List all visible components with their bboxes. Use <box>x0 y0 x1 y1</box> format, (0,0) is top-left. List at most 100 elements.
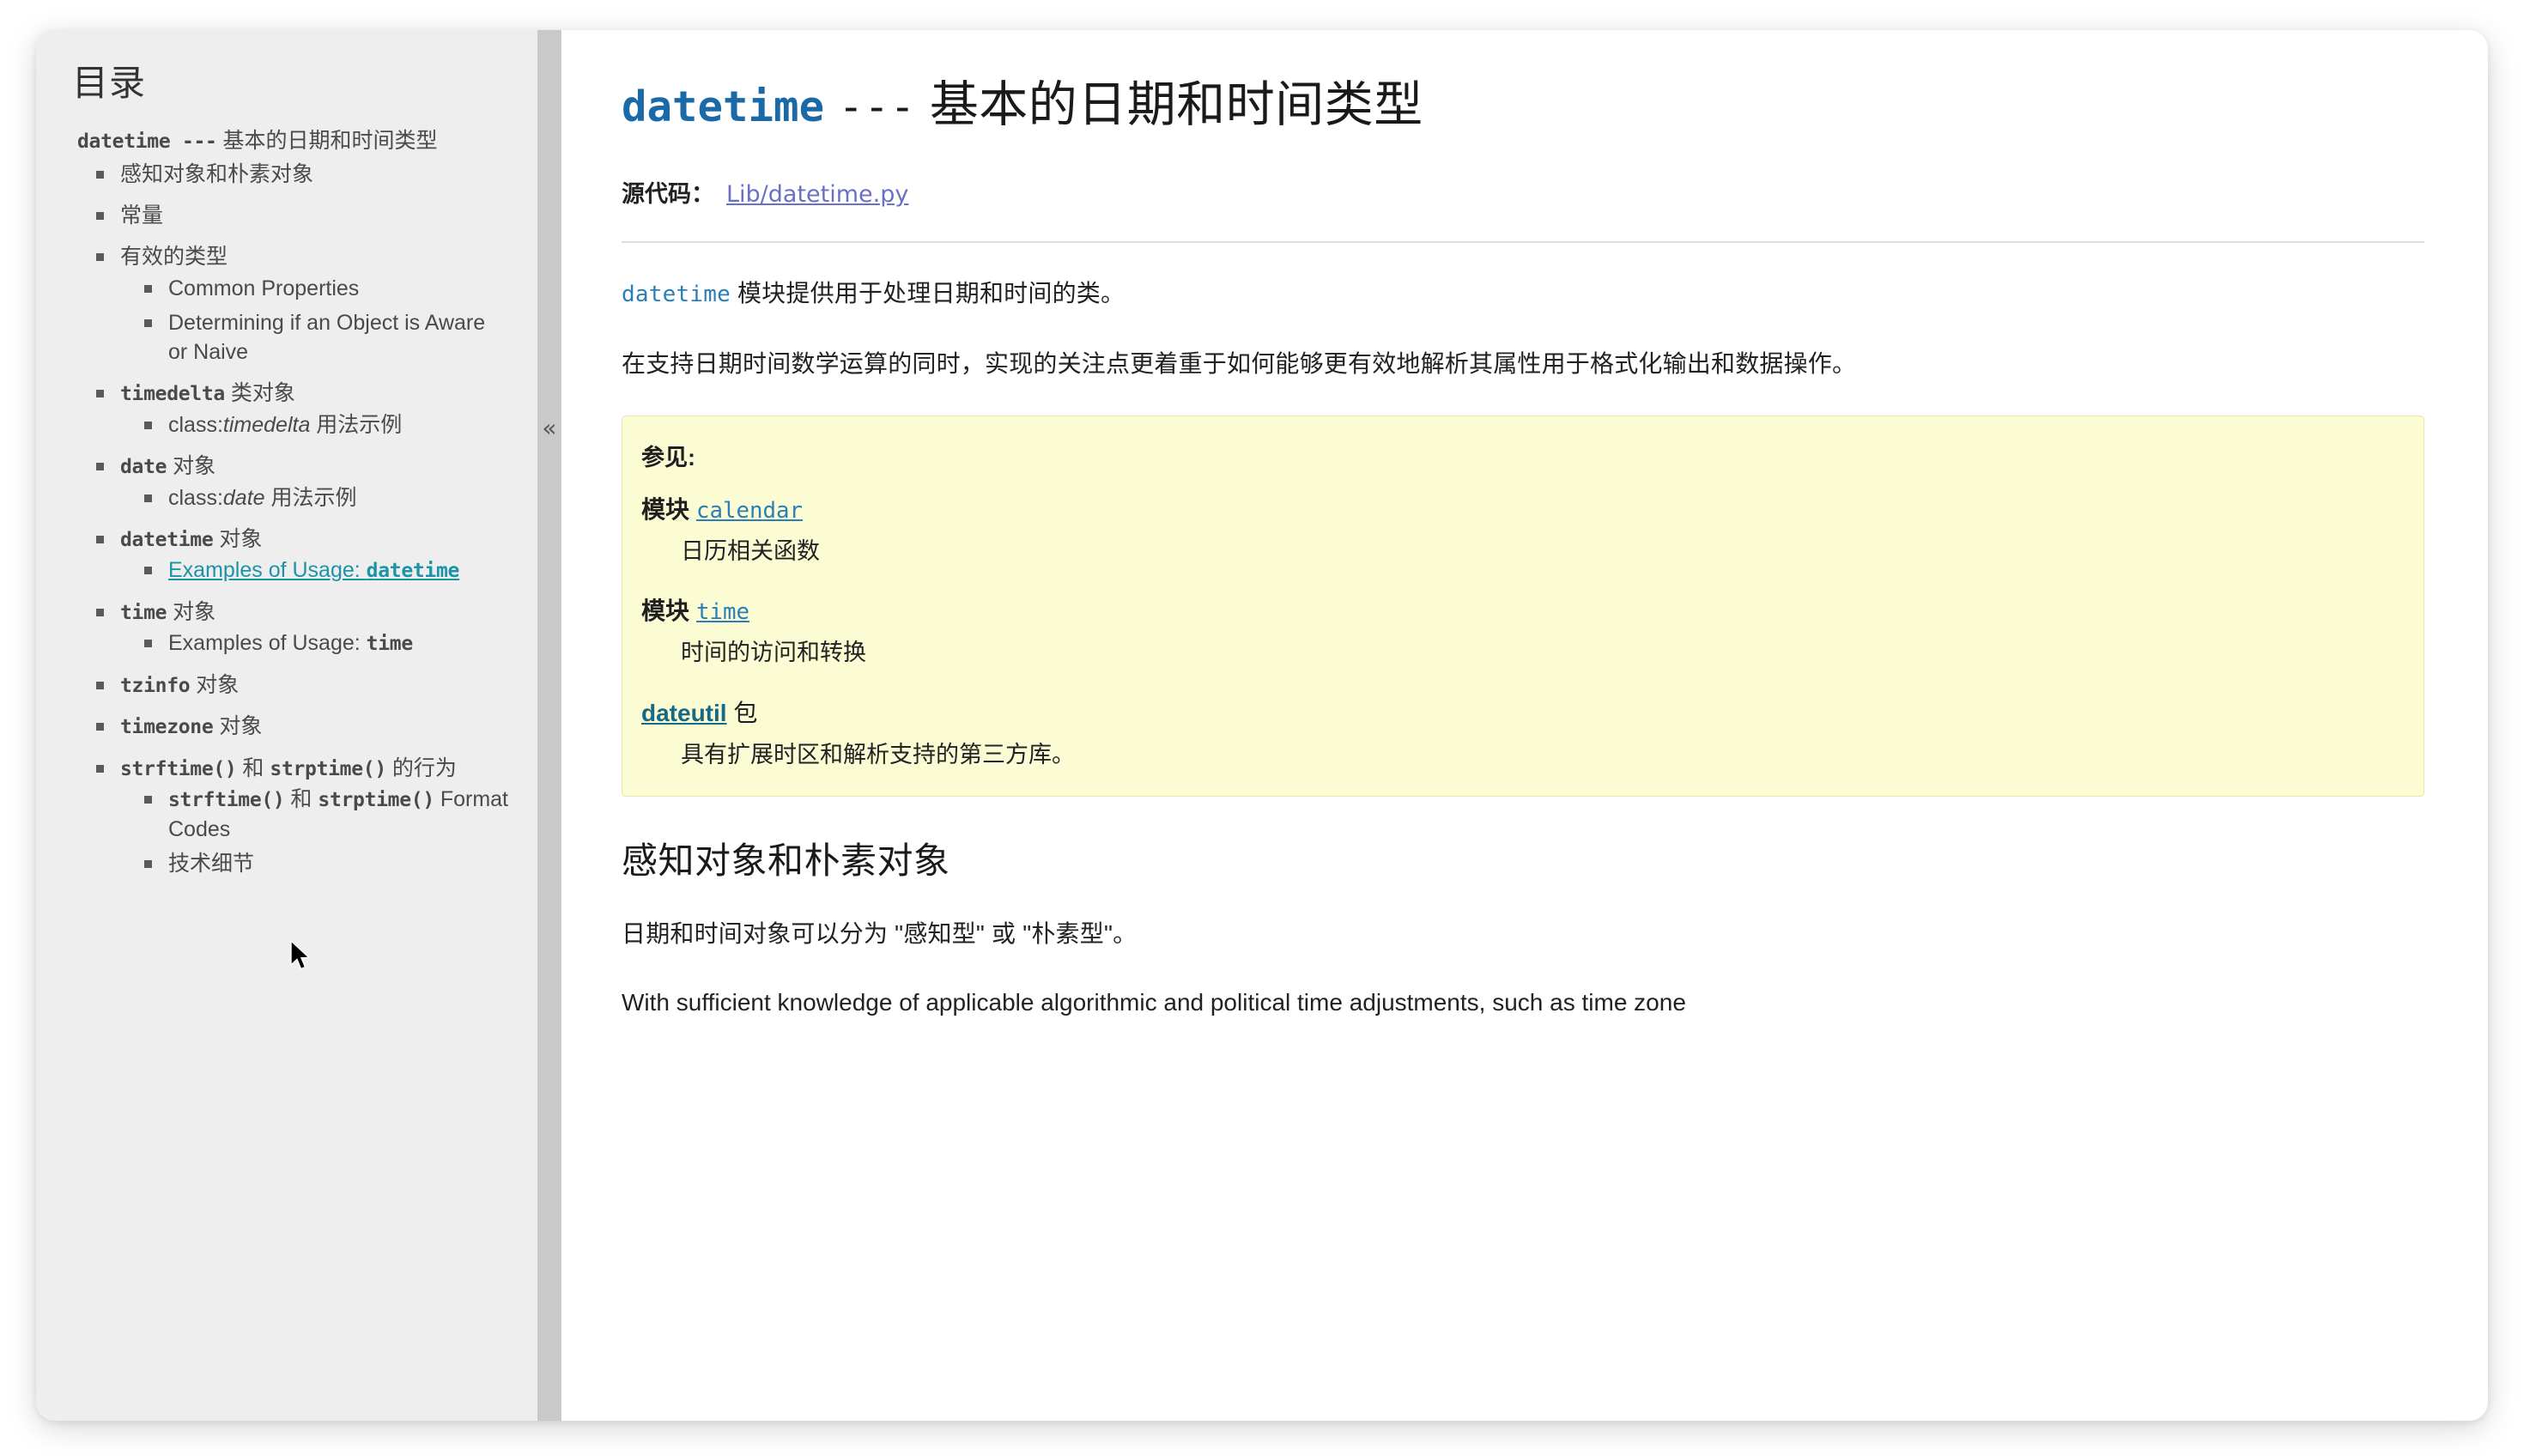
sidebar-item-date-objects[interactable]: date 对象 class:date 用法示例 <box>94 452 508 513</box>
sidebar-item-timedelta-objects[interactable]: timedelta 类对象 class:timedelta 用法示例 <box>94 379 508 440</box>
toc-link[interactable]: strftime() 和 strptime() Format Codes <box>168 787 508 841</box>
toc-root-item[interactable]: datetime --- 基本的日期和时间类型 感知对象和朴素对象 常量 有效的… <box>77 126 508 878</box>
toc-prefix: class: <box>168 485 223 510</box>
toc-link[interactable]: strftime() 和 strptime() 的行为 <box>120 756 457 780</box>
section-heading-aware-naive: 感知对象和朴素对象 <box>622 840 950 882</box>
toc-level3-list: class:date 用法示例 <box>120 483 508 513</box>
toc-link-hovered[interactable]: Examples of Usage: datetime <box>168 558 459 582</box>
sidebar-item-available-types[interactable]: 有效的类型 Common Properties Determining if a… <box>94 242 508 367</box>
toc-link[interactable]: date 对象 <box>120 454 215 478</box>
toc-heading: 目录 <box>72 63 147 103</box>
sidebar-item-date-examples[interactable]: class:date 用法示例 <box>143 483 508 513</box>
intro-paragraph-2: 在支持日期时间数学运算的同时，实现的关注点更着重于如何能够更有效地解析其属性用于… <box>622 349 1857 377</box>
toc-level3-list: Examples of Usage: time <box>120 628 508 658</box>
chevron-double-left-icon: « <box>542 414 557 442</box>
source-code-link[interactable]: Lib/datetime.py <box>726 181 908 208</box>
toc-code: time <box>120 601 167 624</box>
see-also-entry-calendar: 模块 calendar <box>641 491 2398 525</box>
toc-label: 用法示例 <box>310 412 403 437</box>
horizontal-rule <box>622 241 2424 244</box>
sidebar-item-time-objects[interactable]: time 对象 Examples of Usage: time <box>94 598 508 658</box>
sidebar-item-timezone-objects[interactable]: timezone 对象 <box>94 712 508 742</box>
toc-link[interactable]: timedelta 类对象 <box>120 381 295 405</box>
intro-paragraph-1: datetime 模块提供用于处理日期和时间的类。 <box>622 274 2424 312</box>
sidebar-item-strftime-strptime-behavior[interactable]: strftime() 和 strptime() 的行为 strftime() 和… <box>94 754 508 879</box>
toc-label: 对象 <box>213 714 263 739</box>
sidebar-item-timedelta-examples[interactable]: class:timedelta 用法示例 <box>143 410 508 440</box>
main-content: datetime --- 基本的日期和时间类型 源代码： Lib/datetime… <box>561 30 2488 1421</box>
toc-link[interactable]: class:timedelta 用法示例 <box>168 413 402 437</box>
toc-level3-list: Examples of Usage: datetime <box>120 555 508 585</box>
sidebar-collapse-button[interactable]: « <box>537 30 561 1421</box>
see-also-link-time[interactable]: time <box>696 599 749 625</box>
toc-link[interactable]: 感知对象和朴素对象 <box>120 162 313 186</box>
toc-link[interactable]: Examples of Usage: time <box>168 631 413 655</box>
toc-code: timezone <box>120 716 214 739</box>
sidebar-toc: 目录 datetime --- 基本的日期和时间类型 感知对象和朴素对象 常量 … <box>36 30 537 1421</box>
source-code-label: 源代码： <box>622 181 714 208</box>
toc-code: datetime <box>120 528 214 551</box>
toc-link[interactable]: Common Properties <box>168 276 359 300</box>
sidebar-item-constants[interactable]: 常量 <box>94 201 508 230</box>
toc-code: tzinfo <box>120 674 191 697</box>
toc-link[interactable]: class:date 用法示例 <box>168 486 357 510</box>
toc-list: datetime --- 基本的日期和时间类型 感知对象和朴素对象 常量 有效的… <box>67 126 508 878</box>
toc-label: 和 <box>284 787 319 812</box>
toc-link[interactable]: 有效的类型 <box>120 245 228 269</box>
toc-root-code: datetime <box>77 130 171 154</box>
see-also-box: 参见: 模块 calendar 日历相关函数 模块 time 时间的访问和转换 da… <box>622 415 2424 798</box>
see-also-suffix: 包 <box>726 699 758 726</box>
toc-link[interactable]: Determining if an Object is Aware or Nai… <box>168 311 485 364</box>
section-paragraph-1: 日期和时间对象可以分为 "感知型" 或 "朴素型"。 <box>622 919 1138 947</box>
toc-code: datetime <box>366 560 460 583</box>
toc-code: strftime() <box>120 757 237 780</box>
see-also-title: 参见: <box>641 444 695 470</box>
toc-label: 对象 <box>213 526 263 551</box>
page-title: datetime --- 基本的日期和时间类型 <box>622 75 2443 136</box>
toc-link[interactable]: 常量 <box>120 203 163 228</box>
toc-label: 对象 <box>190 672 240 697</box>
documentation-page-card: 目录 datetime --- 基本的日期和时间类型 感知对象和朴素对象 常量 … <box>36 30 2488 1421</box>
sidebar-item-common-properties[interactable]: Common Properties <box>143 274 508 303</box>
toc-prefix: class: <box>168 412 223 437</box>
toc-link[interactable]: time 对象 <box>120 600 215 624</box>
see-also-entry-time: 模块 time <box>641 592 2398 627</box>
toc-level3-list: strftime() 和 strptime() Format Codes 技术细… <box>120 785 508 878</box>
inline-code-datetime: datetime <box>622 282 731 308</box>
toc-italic: date <box>222 485 265 510</box>
toc-root-dashes: --- <box>170 130 217 154</box>
toc-label: 对象 <box>167 599 216 624</box>
see-also-entry-dateutil: dateutil 包 <box>641 695 2398 729</box>
sidebar-item-datetime-objects[interactable]: datetime 对象 Examples of Usage: datetime <box>94 525 508 585</box>
toc-link[interactable]: datetime 对象 <box>120 527 262 551</box>
toc-level3-list: class:timedelta 用法示例 <box>120 410 508 440</box>
toc-root-link[interactable]: datetime --- 基本的日期和时间类型 <box>77 129 438 153</box>
toc-level2-list: 感知对象和朴素对象 常量 有效的类型 Common Properties Det… <box>77 160 508 879</box>
toc-link[interactable]: 技术细节 <box>168 852 254 876</box>
source-code-line: 源代码： Lib/datetime.py <box>622 175 2443 209</box>
sidebar-item-datetime-examples[interactable]: Examples of Usage: datetime <box>143 555 508 585</box>
toc-root-text: 基本的日期和时间类型 <box>222 129 438 154</box>
see-also-label: 模块 <box>641 598 690 625</box>
see-also-label: 模块 <box>641 495 690 523</box>
intro-paragraph-1-text: 模块提供用于处理日期和时间的类。 <box>730 280 1125 307</box>
see-also-link-dateutil[interactable]: dateutil <box>641 700 727 726</box>
sidebar-item-tzinfo-objects[interactable]: tzinfo 对象 <box>94 670 508 701</box>
sidebar-item-time-examples[interactable]: Examples of Usage: time <box>143 628 508 658</box>
toc-label: 对象 <box>167 454 216 479</box>
toc-code: strftime() <box>168 789 285 812</box>
page-title-dashes: --- <box>838 82 916 131</box>
toc-link[interactable]: tzinfo 对象 <box>120 673 239 697</box>
page-title-text: 基本的日期和时间类型 <box>929 77 1423 132</box>
sidebar-item-technical-detail[interactable]: 技术细节 <box>143 849 508 878</box>
see-also-list: 模块 calendar 日历相关函数 模块 time 时间的访问和转换 dateut… <box>641 491 2398 773</box>
toc-code: timedelta <box>120 383 225 406</box>
see-also-link-calendar[interactable]: calendar <box>696 498 803 524</box>
sidebar-item-aware-naive[interactable]: 感知对象和朴素对象 <box>94 160 508 189</box>
toc-link[interactable]: timezone 对象 <box>120 714 262 738</box>
toc-label: 用法示例 <box>264 485 357 510</box>
mouse-cursor-icon <box>290 940 311 970</box>
toc-code: date <box>120 456 167 479</box>
sidebar-item-format-codes[interactable]: strftime() 和 strptime() Format Codes <box>143 785 508 844</box>
sidebar-item-determining-aware-naive[interactable]: Determining if an Object is Aware or Nai… <box>143 308 508 367</box>
